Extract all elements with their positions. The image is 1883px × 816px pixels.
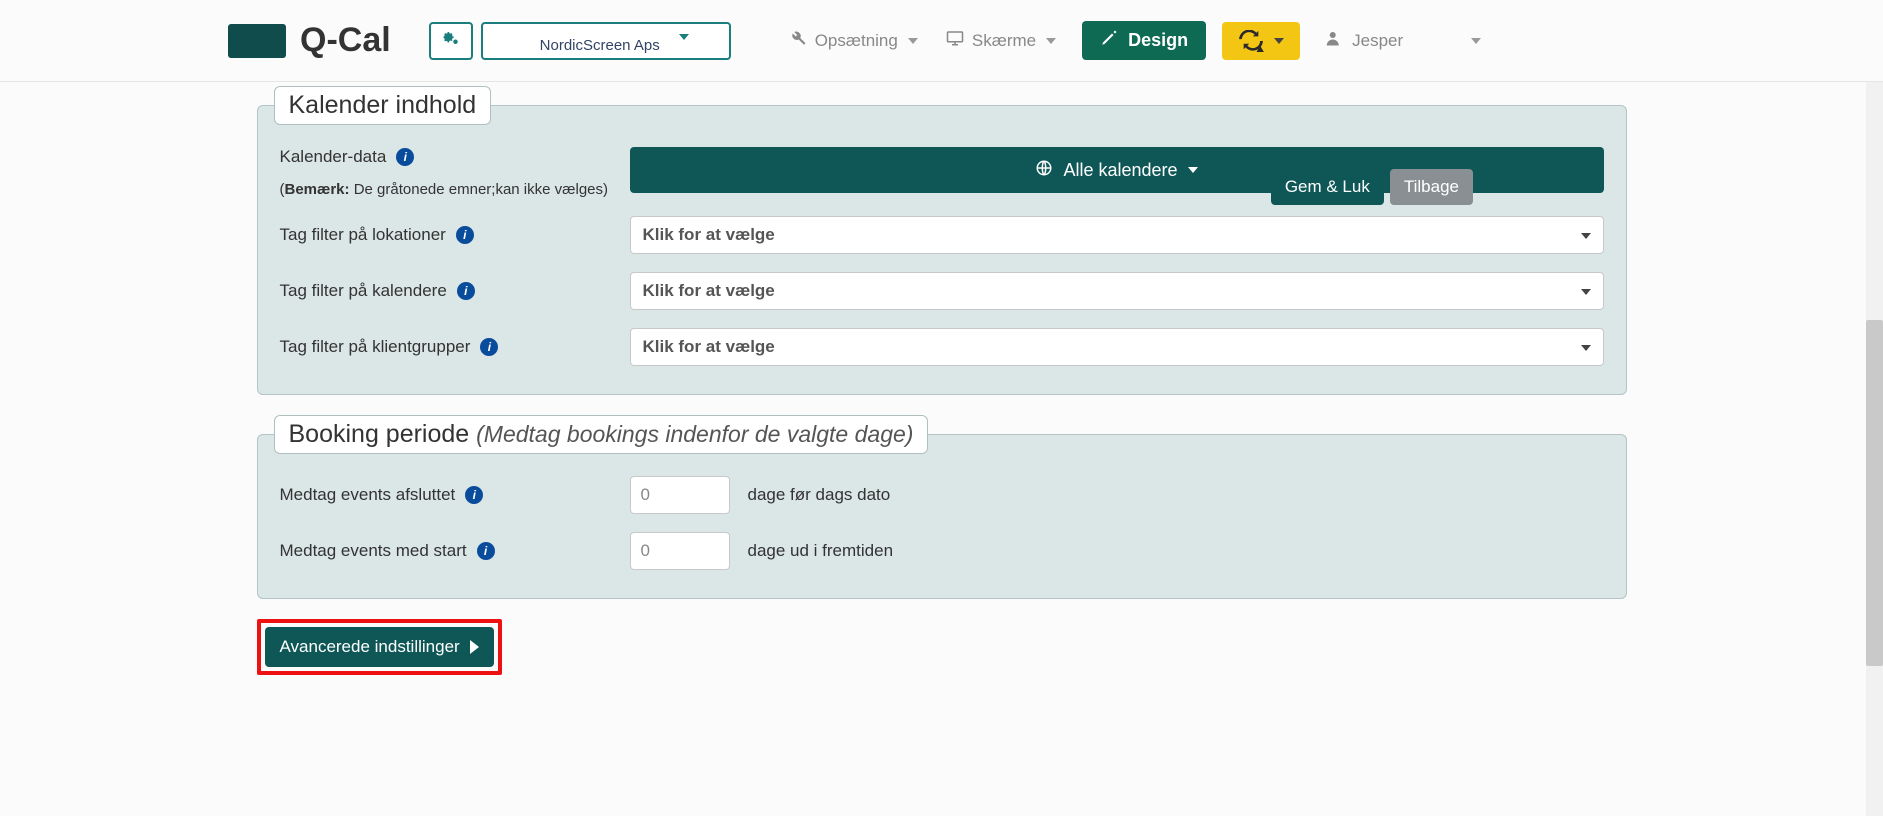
filter-calendars-label: Tag filter på kalendere i xyxy=(280,281,630,301)
calendar-panel-legend: Kalender indhold xyxy=(274,86,492,125)
chevron-down-icon xyxy=(1188,167,1198,173)
monitor-icon xyxy=(946,29,964,52)
chevron-down-icon xyxy=(1581,345,1591,351)
calendar-data-label: Kalender-data xyxy=(280,147,387,167)
events-start-label: Medtag events med start i xyxy=(280,541,630,561)
filter-calendars-select[interactable]: Klik for at vælge xyxy=(630,272,1604,310)
chevron-right-icon xyxy=(470,640,479,654)
filter-locations-text: Tag filter på lokationer xyxy=(280,225,446,245)
sync-button[interactable] xyxy=(1222,22,1300,60)
booking-period-panel: Booking periode (Medtag bookings indenfo… xyxy=(257,415,1627,599)
info-icon[interactable]: i xyxy=(480,338,498,356)
sync-warning-icon xyxy=(1238,30,1264,52)
brand-text: Q-Cal xyxy=(300,21,391,60)
events-start-input[interactable] xyxy=(630,532,730,570)
booking-legend-main: Booking periode xyxy=(289,420,477,448)
select-placeholder: Klik for at vælge xyxy=(643,281,775,301)
calendar-data-label-group: Kalender-data i (Bemærk: De gråtonede em… xyxy=(280,147,630,198)
nav-setup[interactable]: Opsætning xyxy=(779,23,928,58)
chevron-down-icon xyxy=(908,38,918,44)
chevron-down-icon xyxy=(1471,38,1481,44)
brand-swatch xyxy=(228,24,286,58)
filter-locations-select[interactable]: Klik for at vælge xyxy=(630,216,1604,254)
events-start-text: Medtag events med start xyxy=(280,541,467,561)
back-button[interactable]: Tilbage xyxy=(1390,169,1473,205)
nav-screens[interactable]: Skærme xyxy=(936,23,1066,58)
filter-clientgroups-text: Tag filter på klientgrupper xyxy=(280,337,471,357)
info-icon[interactable]: i xyxy=(477,542,495,560)
save-close-button[interactable]: Gem & Luk xyxy=(1271,169,1384,205)
filter-locations-label: Tag filter på lokationer i xyxy=(280,225,630,245)
note-bold: Bemærk: xyxy=(285,181,350,198)
design-icon xyxy=(1100,29,1118,52)
floating-actions: Gem & Luk Tilbage xyxy=(1271,169,1473,205)
events-ended-suffix: dage før dags dato xyxy=(748,485,891,505)
advanced-highlight: Avancerede indstillinger xyxy=(257,619,502,675)
org-select-value: NordicScreen Aps xyxy=(540,37,660,54)
events-ended-input[interactable] xyxy=(630,476,730,514)
all-calendars-label: Alle kalendere xyxy=(1063,160,1177,181)
filter-calendars-text: Tag filter på kalendere xyxy=(280,281,447,301)
filter-clientgroups-label: Tag filter på klientgrupper i xyxy=(280,337,630,357)
info-icon[interactable]: i xyxy=(396,148,414,166)
booking-legend-sub: (Medtag bookings indenfor de valgte dage… xyxy=(476,421,913,447)
nav-screens-label: Skærme xyxy=(972,31,1036,51)
nav-user-label: Jesper xyxy=(1352,31,1403,51)
gears-icon xyxy=(441,29,461,52)
chevron-down-icon xyxy=(1274,38,1284,44)
nav-user[interactable]: Jesper xyxy=(1316,23,1491,58)
select-placeholder: Klik for at vælge xyxy=(643,225,775,245)
select-placeholder: Klik for at vælge xyxy=(643,337,775,357)
events-ended-text: Medtag events afsluttet xyxy=(280,485,456,505)
advanced-settings-button[interactable]: Avancerede indstillinger xyxy=(265,627,494,667)
wrench-icon xyxy=(789,29,807,52)
calendar-content-panel: Kalender indhold Kalender-data i (Bemærk… xyxy=(257,86,1627,395)
calendar-data-note: (Bemærk: De gråtonede emner;kan ikke væl… xyxy=(280,181,630,198)
design-button-label: Design xyxy=(1128,30,1188,51)
scrollbar-thumb[interactable] xyxy=(1866,320,1883,666)
globe-icon xyxy=(1035,159,1053,182)
chevron-down-icon xyxy=(1046,38,1056,44)
top-nav: Q-Cal NordicScreen Aps Opsætning Skærme … xyxy=(0,0,1883,82)
note-rest: De gråtonede emner;kan ikke vælges) xyxy=(350,181,608,198)
chevron-down-icon xyxy=(1581,289,1591,295)
chevron-down-icon xyxy=(679,34,689,40)
user-icon xyxy=(1326,29,1344,52)
info-icon[interactable]: i xyxy=(457,282,475,300)
design-button[interactable]: Design xyxy=(1082,21,1206,60)
events-ended-label: Medtag events afsluttet i xyxy=(280,485,630,505)
nav-setup-label: Opsætning xyxy=(815,31,898,51)
filter-clientgroups-select[interactable]: Klik for at vælge xyxy=(630,328,1604,366)
chevron-down-icon xyxy=(1581,233,1591,239)
org-select[interactable]: NordicScreen Aps xyxy=(481,22,731,60)
brand: Q-Cal xyxy=(228,21,391,60)
advanced-settings-label: Avancerede indstillinger xyxy=(280,637,460,657)
settings-button[interactable] xyxy=(429,22,473,60)
info-icon[interactable]: i xyxy=(456,226,474,244)
booking-panel-legend: Booking periode (Medtag bookings indenfo… xyxy=(274,415,929,454)
info-icon[interactable]: i xyxy=(465,486,483,504)
events-start-suffix: dage ud i fremtiden xyxy=(748,541,894,561)
